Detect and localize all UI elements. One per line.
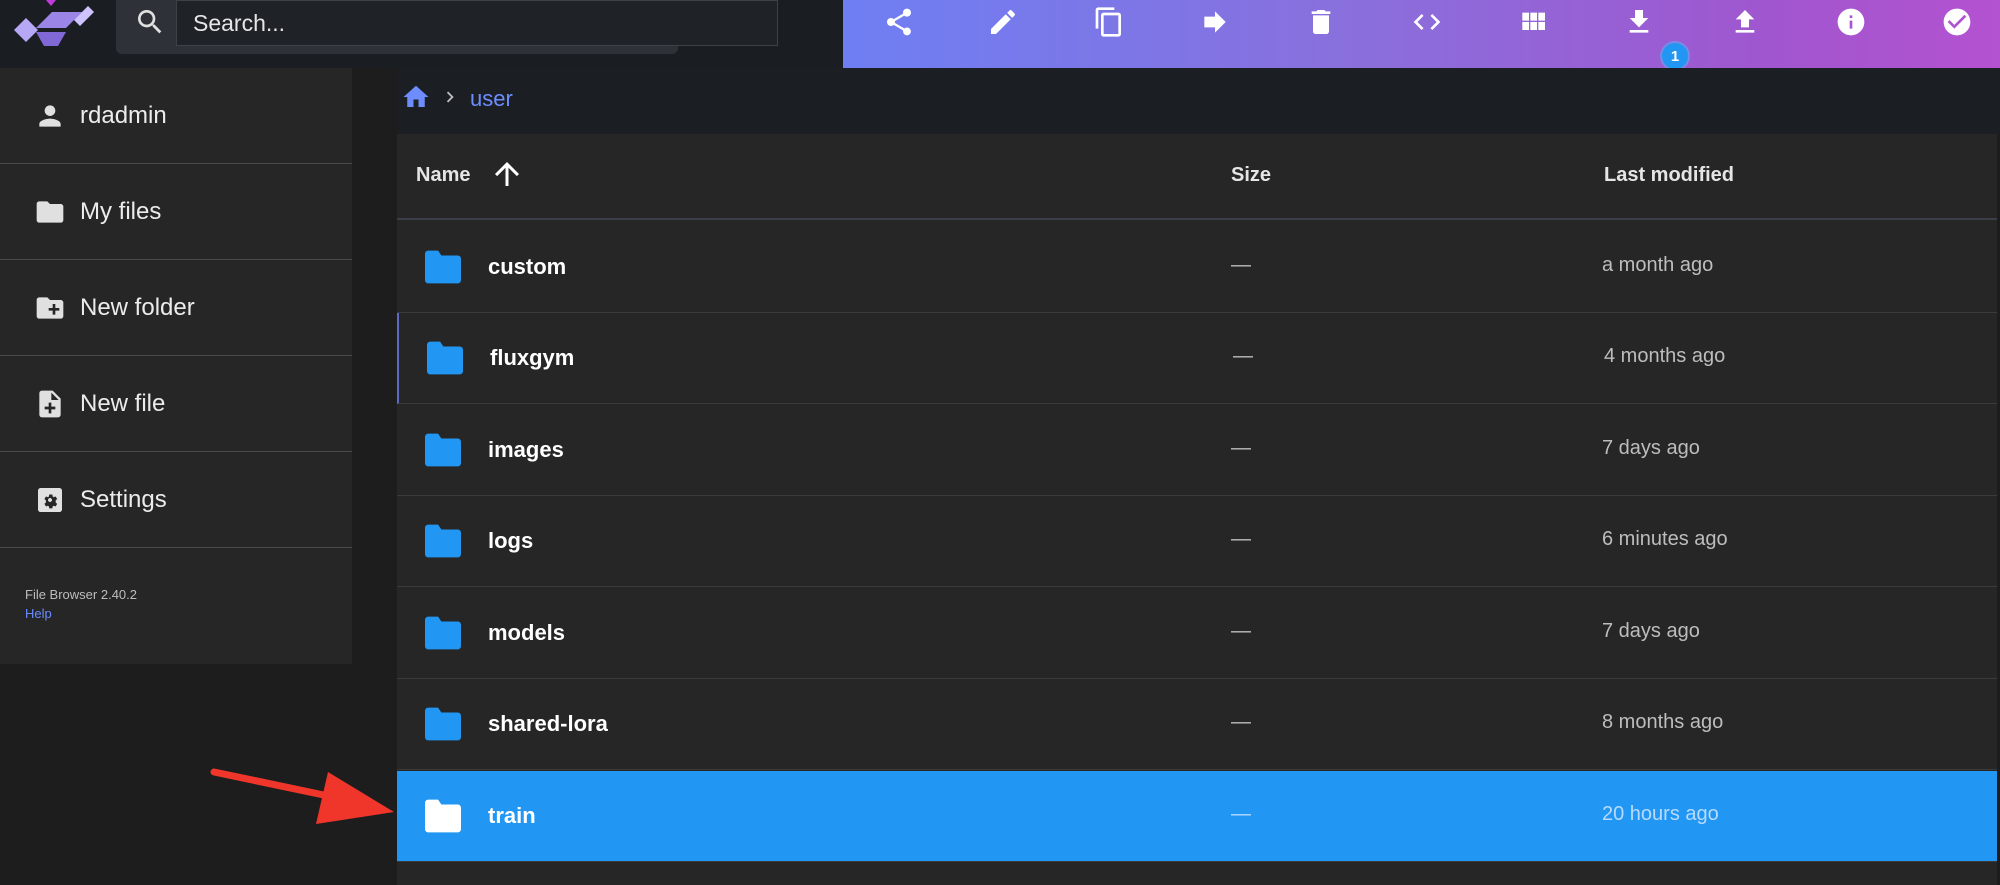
search-box [116, 0, 778, 54]
file-size: — [1231, 528, 1251, 550]
column-size-header[interactable]: Size [1231, 164, 1271, 187]
file-listing: Name Size Last modified custom — a month… [397, 134, 1997, 885]
top-bar: 1 [0, 0, 2000, 71]
file-name: images [488, 437, 564, 462]
download-count-badge: 1 [1660, 41, 1690, 71]
arrow-up-icon[interactable] [489, 156, 525, 192]
file-modified: a month ago [1602, 254, 1714, 276]
search-icon[interactable] [134, 6, 166, 38]
sidebar-item-label: New folder [80, 293, 195, 321]
listing-header: Name Size Last modified [397, 134, 1997, 220]
move-icon[interactable] [1195, 2, 1235, 42]
file-name: models [488, 620, 566, 645]
column-name-header[interactable]: Name [416, 164, 470, 187]
file-name: train [488, 803, 536, 828]
search-input[interactable] [176, 0, 778, 46]
breadcrumb-item-user[interactable]: user [470, 86, 513, 112]
file-size: — [1233, 345, 1253, 367]
embed-code-icon[interactable] [1407, 2, 1447, 42]
person-icon [34, 100, 66, 132]
info-icon[interactable] [1831, 2, 1871, 42]
sidebar: rdadmin My files New folder New file Set… [0, 68, 352, 664]
sidebar-item-label: New file [80, 389, 166, 417]
file-modified: 20 hours ago [1602, 803, 1719, 825]
file-modified: 7 days ago [1602, 620, 1700, 642]
new-folder-icon [34, 292, 66, 324]
file-name: logs [488, 528, 534, 553]
select-all-icon[interactable] [1937, 2, 1977, 42]
table-row[interactable]: models — 7 days ago [397, 588, 1997, 679]
folder-icon [34, 196, 66, 228]
file-size: — [1231, 254, 1251, 276]
sidebar-item-my-files[interactable]: My files [0, 164, 352, 260]
folder-icon [425, 799, 461, 833]
file-modified: 4 months ago [1604, 345, 1726, 367]
file-modified: 6 minutes ago [1602, 528, 1728, 550]
file-modified: 8 months ago [1602, 711, 1724, 733]
edit-icon[interactable] [983, 2, 1023, 42]
breadcrumb: user [397, 68, 2000, 134]
sidebar-item-settings[interactable]: Settings [0, 452, 352, 548]
annotation-arrow-icon [210, 768, 394, 824]
copy-icon[interactable] [1089, 2, 1129, 42]
table-row-selected[interactable]: train — 20 hours ago [397, 771, 1997, 862]
chevron-right-icon [446, 91, 454, 103]
folder-icon [425, 250, 461, 284]
settings-icon [34, 484, 66, 516]
sidebar-item-new-folder[interactable]: New folder [0, 260, 352, 356]
table-row[interactable]: fluxgym — 4 months ago [397, 313, 1997, 404]
upload-icon[interactable] [1725, 2, 1765, 42]
home-icon[interactable] [401, 82, 431, 112]
delete-icon[interactable] [1301, 2, 1341, 42]
folder-icon [427, 341, 463, 375]
file-name: fluxgym [490, 345, 575, 370]
file-size: — [1231, 711, 1251, 733]
table-row[interactable]: shared-lora — 8 months ago [397, 679, 1997, 770]
sidebar-item-new-file[interactable]: New file [0, 356, 352, 452]
folder-icon [425, 707, 461, 741]
app-version: File Browser 2.40.2 [25, 587, 137, 602]
sidebar-item-user[interactable]: rdadmin [0, 68, 352, 164]
file-size: — [1231, 803, 1251, 825]
help-link[interactable]: Help [25, 606, 52, 621]
action-toolbar [843, 0, 2000, 68]
table-row[interactable]: logs — 6 minutes ago [397, 496, 1997, 587]
file-size: — [1231, 437, 1251, 459]
sidebar-item-label: My files [80, 197, 162, 225]
file-name: custom [488, 254, 567, 279]
table-row[interactable]: images — 7 days ago [397, 405, 1997, 496]
share-icon[interactable] [879, 2, 919, 42]
folder-icon [425, 616, 461, 650]
new-file-icon [34, 388, 66, 420]
file-size: — [1231, 620, 1251, 642]
sidebar-item-label: rdadmin [80, 101, 167, 129]
grid-view-icon[interactable] [1513, 2, 1553, 42]
folder-icon [425, 433, 461, 467]
app-logo-icon[interactable] [12, 0, 94, 52]
folder-icon [425, 524, 461, 558]
file-modified: 7 days ago [1602, 437, 1700, 459]
download-icon[interactable] [1619, 2, 1659, 42]
table-row[interactable]: custom — a month ago [397, 222, 1997, 313]
column-modified-header[interactable]: Last modified [1604, 164, 1734, 187]
sidebar-item-label: Settings [80, 485, 167, 513]
file-name: shared-lora [488, 711, 608, 736]
